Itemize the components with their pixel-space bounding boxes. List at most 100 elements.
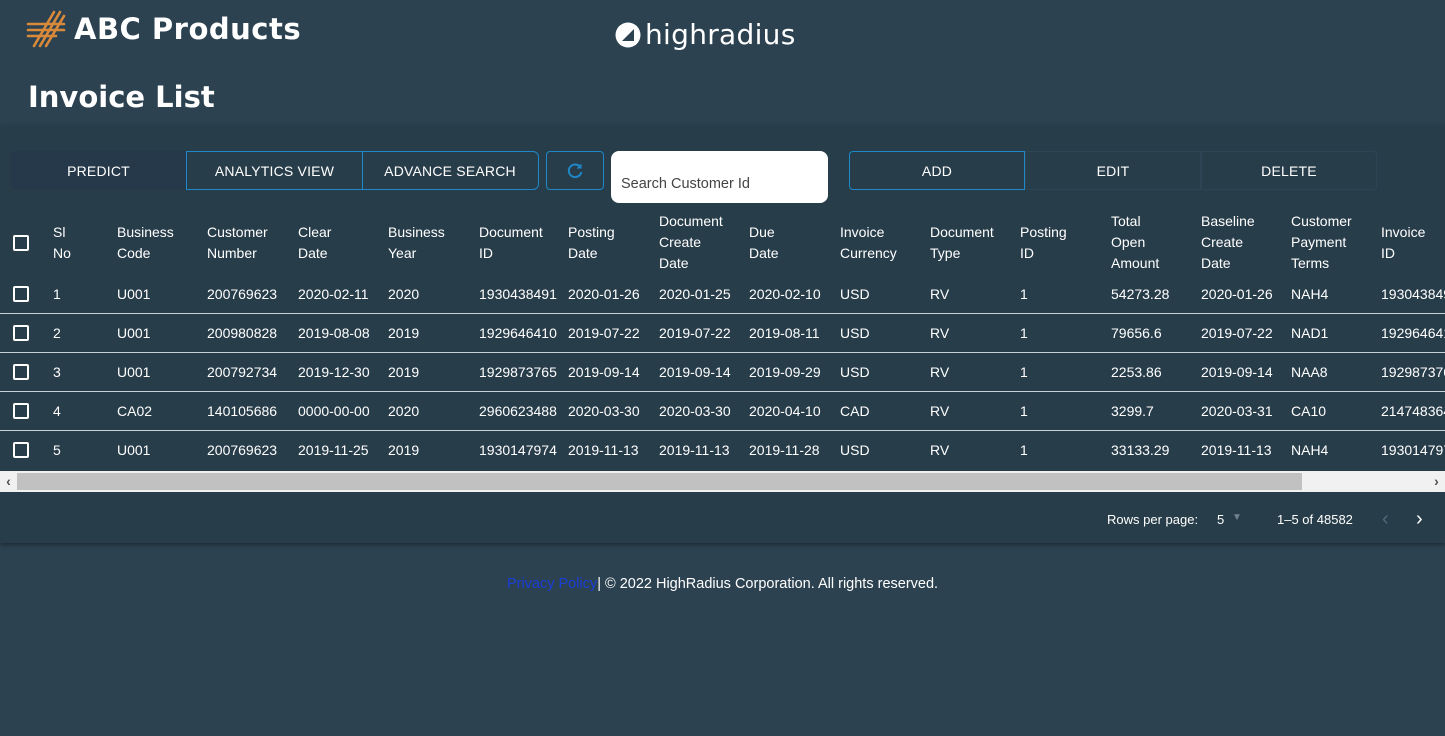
previous-page-icon[interactable]: ‹ — [1382, 508, 1389, 531]
column-header[interactable]: Business Code — [117, 210, 174, 275]
column-header[interactable]: Invoice ID — [1381, 210, 1425, 275]
table-row[interactable]: 3 U001 200792734 2019-12-30 2019 1929873765 20… — [0, 353, 1445, 392]
row-checkbox[interactable] — [13, 286, 29, 302]
table-cell: 2020-03-30 — [568, 403, 640, 419]
table-cell: 5 — [53, 442, 61, 458]
column-header-label: Due — [749, 223, 775, 240]
column-header[interactable]: Sl No — [53, 210, 71, 275]
column-header-label: Posting — [1020, 223, 1067, 240]
predict-button[interactable]: PREDICT — [10, 151, 187, 190]
column-header[interactable]: Document Create Date — [659, 210, 723, 275]
table-cell: U001 — [117, 325, 151, 341]
column-header-label: ID — [1381, 244, 1395, 261]
table-row[interactable]: 1 U001 200769623 2020-02-11 2020 1930438491 20… — [0, 275, 1445, 314]
table-cell: 1930438491 — [1381, 286, 1445, 302]
column-header[interactable]: Due Date — [749, 210, 779, 275]
table-cell: 1930147974 — [1381, 442, 1445, 458]
scroll-right-icon[interactable]: › — [1428, 471, 1445, 492]
column-header[interactable]: Baseline Create Date — [1201, 210, 1255, 275]
select-all-checkbox[interactable] — [13, 235, 29, 251]
row-checkbox[interactable] — [13, 442, 29, 458]
table-cell: 2019-08-11 — [749, 325, 820, 341]
table-cell: 140105686 — [207, 403, 278, 419]
column-header[interactable]: Posting ID — [1020, 210, 1067, 275]
column-header[interactable]: Document Type — [930, 210, 994, 275]
column-header-label: Amount — [1111, 255, 1160, 271]
scroll-left-icon[interactable]: ‹ — [0, 471, 17, 492]
column-header-label: Date — [1201, 255, 1231, 271]
add-button[interactable]: ADD — [849, 151, 1025, 190]
table-cell: 1930147974 — [479, 442, 557, 458]
table-cell: 2020-04-10 — [749, 403, 821, 419]
table-cell: 2019-08-08 — [298, 325, 370, 341]
table-cell: 1 — [1020, 286, 1028, 302]
app-header: ABC Products highradius Invoice List — [0, 0, 1445, 125]
scrollbar-thumb[interactable] — [17, 473, 1302, 490]
table-cell: 2019-09-14 — [1201, 364, 1273, 380]
column-header[interactable]: Posting Date — [568, 210, 615, 275]
chevron-down-icon[interactable]: ▼ — [1232, 512, 1242, 523]
table-cell: 1929646410 — [479, 325, 557, 341]
edit-button[interactable]: EDIT — [1025, 151, 1201, 190]
advance-search-button[interactable]: ADVANCE SEARCH — [362, 151, 539, 190]
table-cell: NAH4 — [1291, 286, 1329, 302]
toolbar: PREDICT ANALYTICS VIEW ADVANCE SEARCH AD… — [0, 151, 1445, 203]
row-checkbox[interactable] — [13, 364, 29, 380]
table-cell: 79656.6 — [1111, 325, 1162, 341]
table-row[interactable]: 4 CA02 140105686 0000-00-00 2020 2960623488 20… — [0, 392, 1445, 431]
table-cell: 2253.86 — [1111, 364, 1162, 380]
column-header-label: Document — [659, 213, 723, 229]
privacy-policy-link[interactable]: Privacy Policy — [507, 576, 597, 592]
table-cell: 2019-07-22 — [1201, 325, 1273, 341]
table-cell: 200792734 — [207, 364, 278, 380]
column-header-label: Clear — [298, 223, 332, 240]
table-cell: USD — [840, 442, 870, 458]
column-header-label: No — [53, 244, 71, 261]
analytics-view-button[interactable]: ANALYTICS VIEW — [186, 151, 363, 190]
table-cell: 2019-11-25 — [298, 442, 369, 458]
column-header-label: Document — [930, 223, 994, 240]
rows-per-page-select[interactable]: 5 — [1217, 512, 1224, 527]
column-header[interactable]: Total Open Amount — [1111, 210, 1159, 275]
highradius-mark-icon — [615, 22, 641, 47]
column-header-label: Date — [298, 244, 328, 261]
next-page-icon[interactable]: › — [1416, 508, 1423, 531]
horizontal-scrollbar[interactable]: ‹ › — [0, 471, 1445, 492]
column-header-label: Type — [930, 244, 961, 261]
table-cell: 200769623 — [207, 442, 278, 458]
table-cell: RV — [930, 403, 950, 419]
table-cell: 3299.7 — [1111, 403, 1154, 419]
delete-button[interactable]: DELETE — [1201, 151, 1377, 190]
column-header[interactable]: Document ID — [479, 210, 543, 275]
column-header-label: Business — [388, 223, 445, 240]
table-row[interactable]: 5 U001 200769623 2019-11-25 2019 1930147974 20… — [0, 431, 1445, 470]
table-cell: RV — [930, 364, 950, 380]
column-header[interactable]: Clear Date — [298, 210, 331, 275]
table-cell: 200769623 — [207, 286, 278, 302]
column-header-label: Invoice — [840, 223, 885, 240]
column-header-label: Business — [117, 223, 174, 240]
column-header-label: Create — [1201, 234, 1244, 250]
table-cell: 2147483647 — [1381, 403, 1445, 419]
table-cell: 2020-01-26 — [1201, 286, 1273, 302]
table-cell: 2020-01-26 — [568, 286, 640, 302]
column-header[interactable]: Customer Number — [207, 210, 268, 275]
table-body: 1 U001 200769623 2020-02-11 2020 1930438491 20… — [0, 275, 1445, 470]
row-checkbox[interactable] — [13, 325, 29, 341]
abc-logo-icon — [26, 10, 66, 48]
table-cell: USD — [840, 364, 870, 380]
column-header[interactable]: Customer Payment Terms — [1291, 210, 1352, 275]
column-header-label: Code — [117, 244, 151, 261]
table-cell: 2960623488 — [479, 403, 557, 419]
table-row[interactable]: 2 U001 200980828 2019-08-08 2019 1929646410 20… — [0, 314, 1445, 353]
table-cell: 2019-11-28 — [749, 442, 820, 458]
column-header-label: Payment — [1291, 234, 1347, 250]
page-title: Invoice List — [28, 80, 215, 114]
column-header[interactable]: Business Year — [388, 210, 445, 275]
search-input[interactable] — [611, 151, 828, 203]
column-header[interactable]: Invoice Currency — [840, 210, 897, 275]
row-checkbox[interactable] — [13, 403, 29, 419]
refresh-button[interactable] — [546, 151, 604, 190]
table-cell: 3 — [53, 364, 61, 380]
table-cell: 2019-09-14 — [659, 364, 731, 380]
